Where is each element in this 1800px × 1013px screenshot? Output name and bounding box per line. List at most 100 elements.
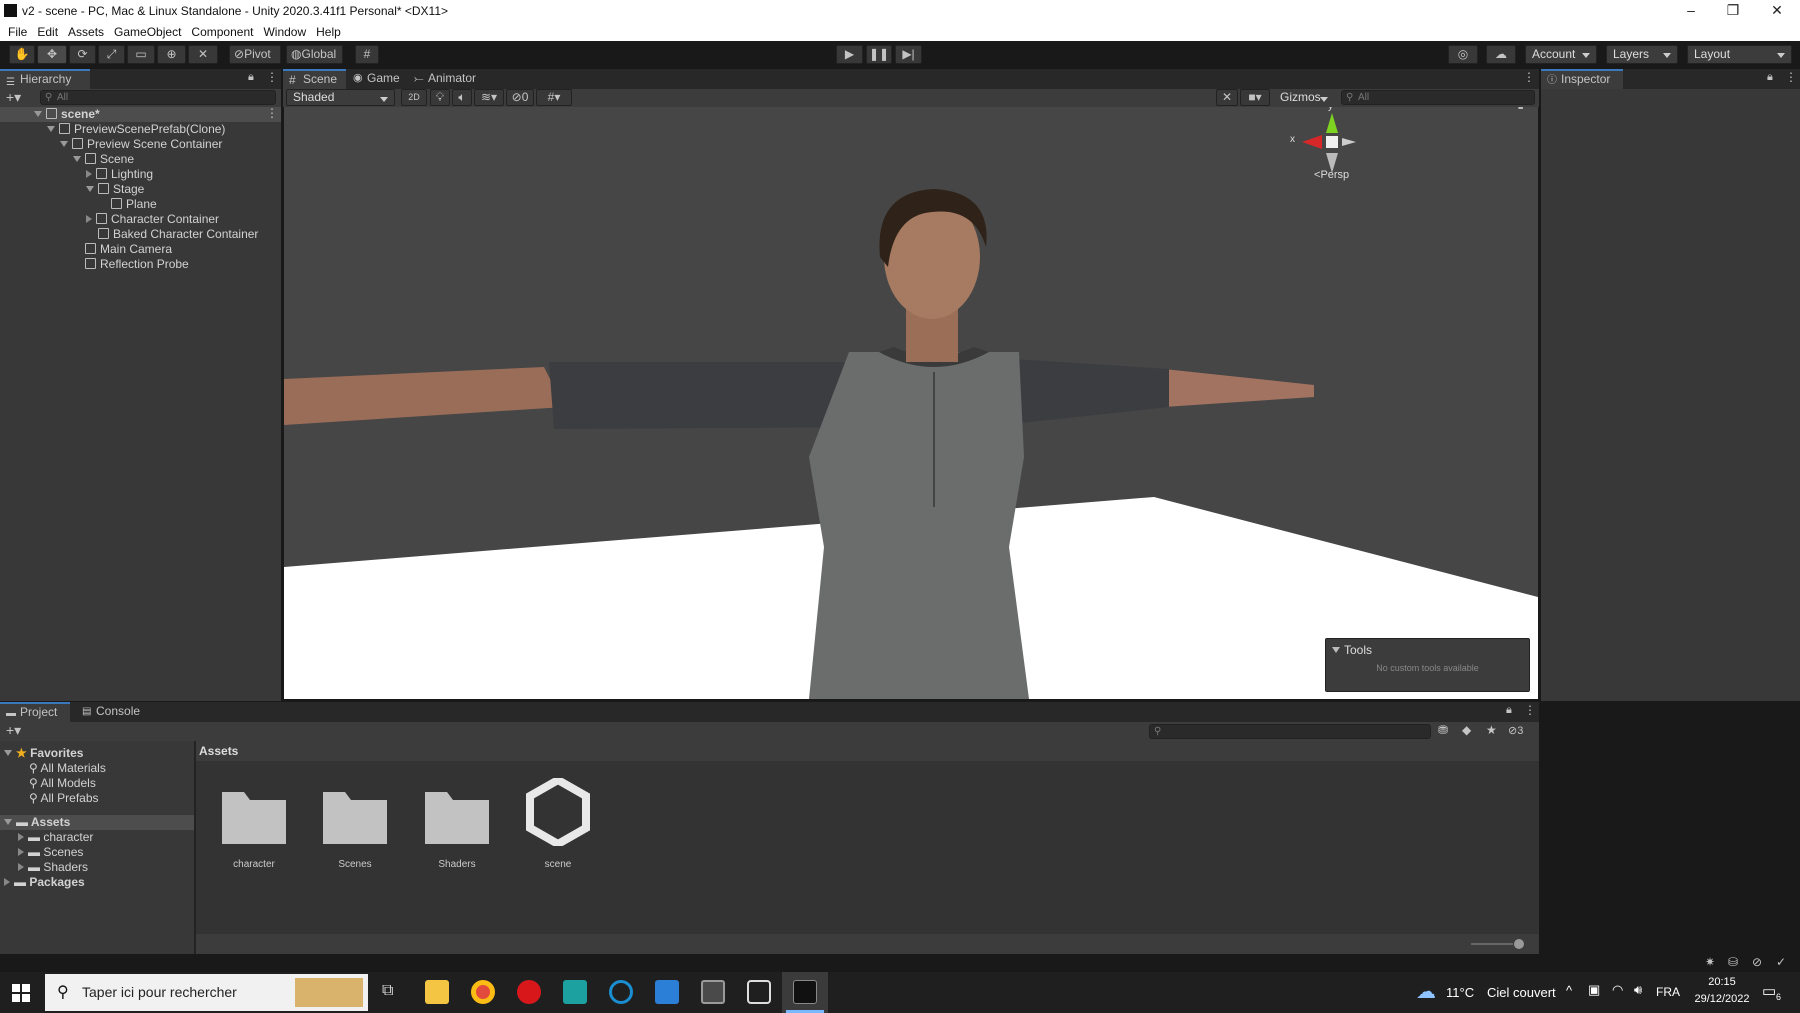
tools-overlay-header[interactable]: Tools [1332, 643, 1372, 657]
label-icon[interactable]: ◆ [1462, 723, 1471, 737]
asset-tile[interactable]: Scenes [321, 786, 389, 891]
hierarchy-item[interactable]: Baked Character Container [86, 227, 258, 242]
chevron-down-icon[interactable] [73, 156, 81, 162]
step-button[interactable]: ▶| [895, 45, 922, 64]
notification-icon[interactable]: ▭ [1762, 982, 1776, 1000]
hidden-packages-toggle[interactable]: ⊘3 [1508, 724, 1523, 737]
task-view-icon[interactable]: ⧉ [382, 982, 393, 1000]
add-icon[interactable]: +▾ [6, 722, 21, 739]
lock-icon[interactable]: 🔒︎ [1506, 704, 1512, 717]
photos-icon[interactable] [655, 980, 679, 1004]
layers-dropdown[interactable]: Layers [1606, 45, 1678, 64]
hierarchy-item[interactable]: Lighting [86, 167, 153, 182]
tab-scene[interactable]: # Scene [283, 69, 346, 89]
hierarchy-item[interactable]: Reflection Probe [73, 257, 189, 272]
scene-viewport[interactable]: y x 🔒︎ <Persp Tools No custom tools avai… [284, 107, 1538, 699]
menu-edit[interactable]: Edit [37, 23, 58, 41]
asset-folder-row[interactable]: ▬ Scenes [18, 845, 83, 860]
chevron-right-icon[interactable] [86, 170, 92, 178]
favorite-item[interactable]: ⚲ All Prefabs [29, 791, 99, 806]
collab-icon[interactable]: ◎ [1448, 45, 1478, 64]
unity-hub-icon[interactable] [747, 980, 771, 1004]
grid-snap-icon[interactable]: # [355, 45, 379, 64]
menu-assets[interactable]: Assets [68, 23, 104, 41]
rect-tool-icon[interactable]: ▭ [127, 45, 155, 64]
breadcrumb[interactable]: Assets [199, 744, 238, 758]
clock-time[interactable]: 20:15 [1692, 976, 1752, 988]
network-icon[interactable]: ▣ [1588, 982, 1600, 998]
minimize-icon[interactable]: – [1668, 0, 1714, 23]
assets-row[interactable]: ▬ Assets [4, 815, 70, 830]
toggle-2d-button[interactable]: 2D [401, 89, 427, 106]
scene-more-icon[interactable]: ⋮ [1523, 70, 1535, 84]
volume-icon[interactable]: 🔊︎ [1634, 982, 1642, 998]
c-app-icon[interactable] [609, 980, 633, 1004]
asset-folder-row[interactable]: ▬ character [18, 830, 93, 845]
hierarchy-item[interactable]: Plane [99, 197, 157, 212]
packages-row[interactable]: ▬ Packages [4, 875, 85, 890]
tab-inspector[interactable]: ⓘ Inspector [1541, 69, 1623, 89]
debug-icon[interactable]: ✷ [1705, 955, 1715, 969]
star-icon[interactable]: ★ [1486, 723, 1497, 737]
hierarchy-item[interactable]: Stage [86, 182, 144, 197]
more-icon[interactable]: ⋮ [1785, 70, 1797, 84]
chevron-down-icon[interactable] [34, 111, 42, 117]
menu-gameobject[interactable]: GameObject [114, 23, 181, 41]
lock-icon[interactable]: 🔒︎ [248, 71, 254, 84]
chrome-icon[interactable] [471, 980, 495, 1004]
tab-hierarchy[interactable]: ☰ Hierarchy [0, 69, 90, 89]
opera-icon[interactable] [517, 980, 541, 1004]
hierarchy-item[interactable]: scene* [34, 107, 100, 122]
audio-icon[interactable]: 🔈︎ [452, 89, 472, 106]
persp-toggle[interactable]: <Persp [1314, 169, 1349, 181]
gizmos-dropdown[interactable]: Gizmos [1273, 89, 1335, 106]
chevron-down-icon[interactable] [86, 186, 94, 192]
chevron-down-icon[interactable] [60, 141, 68, 147]
project-search-input[interactable]: ⚲ [1149, 724, 1431, 739]
play-button[interactable]: ▶ [836, 45, 863, 64]
calculator-icon[interactable] [701, 980, 725, 1004]
account-dropdown[interactable]: Account [1525, 45, 1597, 64]
asset-tile[interactable]: scene [524, 775, 592, 891]
menu-file[interactable]: File [8, 23, 27, 41]
wifi-icon[interactable]: ◠ [1612, 982, 1623, 998]
file-explorer-icon[interactable] [425, 980, 449, 1004]
baking-icon[interactable]: ⊘ [1752, 955, 1762, 969]
close-icon[interactable]: ✕ [1754, 0, 1800, 23]
shading-dropdown[interactable]: Shaded [286, 89, 395, 106]
tab-project[interactable]: ▬ Project [0, 702, 70, 722]
favorites-row[interactable]: ★ Favorites [4, 746, 83, 761]
menu-window[interactable]: Window [263, 23, 306, 41]
hierarchy-item[interactable]: Scene [73, 152, 134, 167]
zoom-slider-handle[interactable] [1514, 939, 1524, 949]
grid-icon[interactable]: #▾ [536, 89, 572, 106]
language-indicator[interactable]: FRA [1656, 985, 1680, 999]
add-icon[interactable]: +▾ [6, 89, 21, 105]
custom-tool-icon[interactable]: ✕ [188, 45, 218, 64]
cloud-icon[interactable]: ☁ [1486, 45, 1516, 64]
unity-editor-task[interactable] [782, 972, 828, 1013]
more-icon[interactable]: ⋮ [1524, 703, 1536, 717]
clock-date[interactable]: 29/12/2022 [1692, 993, 1752, 1005]
windows-start-icon[interactable] [12, 984, 30, 1002]
global-button[interactable]: ◍Global [286, 45, 343, 64]
favorite-item[interactable]: ⚲ All Materials [29, 761, 106, 776]
camera-icon[interactable]: ■▾ [1240, 89, 1270, 106]
pivot-button[interactable]: ⊘Pivot [229, 45, 281, 64]
lock-icon[interactable]: 🔒︎ [1767, 71, 1773, 84]
move-tool-icon[interactable]: ✥ [37, 45, 67, 64]
hierarchy-item[interactable]: Preview Scene Container [60, 137, 222, 152]
asset-tile[interactable]: character [220, 786, 288, 891]
more-icon[interactable]: ⋮ [266, 70, 278, 84]
taskbar-search-input[interactable]: ⚲ Taper ici pour rechercher [45, 974, 368, 1011]
chevron-right-icon[interactable] [86, 215, 92, 223]
hand-tool-icon[interactable]: ✋ [9, 45, 35, 64]
restore-icon[interactable]: ❐ [1710, 0, 1756, 23]
pause-button[interactable]: ❚❚ [866, 45, 892, 64]
lighting-icon[interactable]: 💡︎ [430, 89, 450, 106]
asset-tile[interactable]: Shaders [423, 786, 491, 891]
cache-icon[interactable]: ⛁ [1728, 955, 1738, 969]
hierarchy-item[interactable]: Main Camera [73, 242, 172, 257]
tools-icon[interactable]: ✕ [1216, 89, 1238, 106]
layout-dropdown[interactable]: Layout [1687, 45, 1792, 64]
